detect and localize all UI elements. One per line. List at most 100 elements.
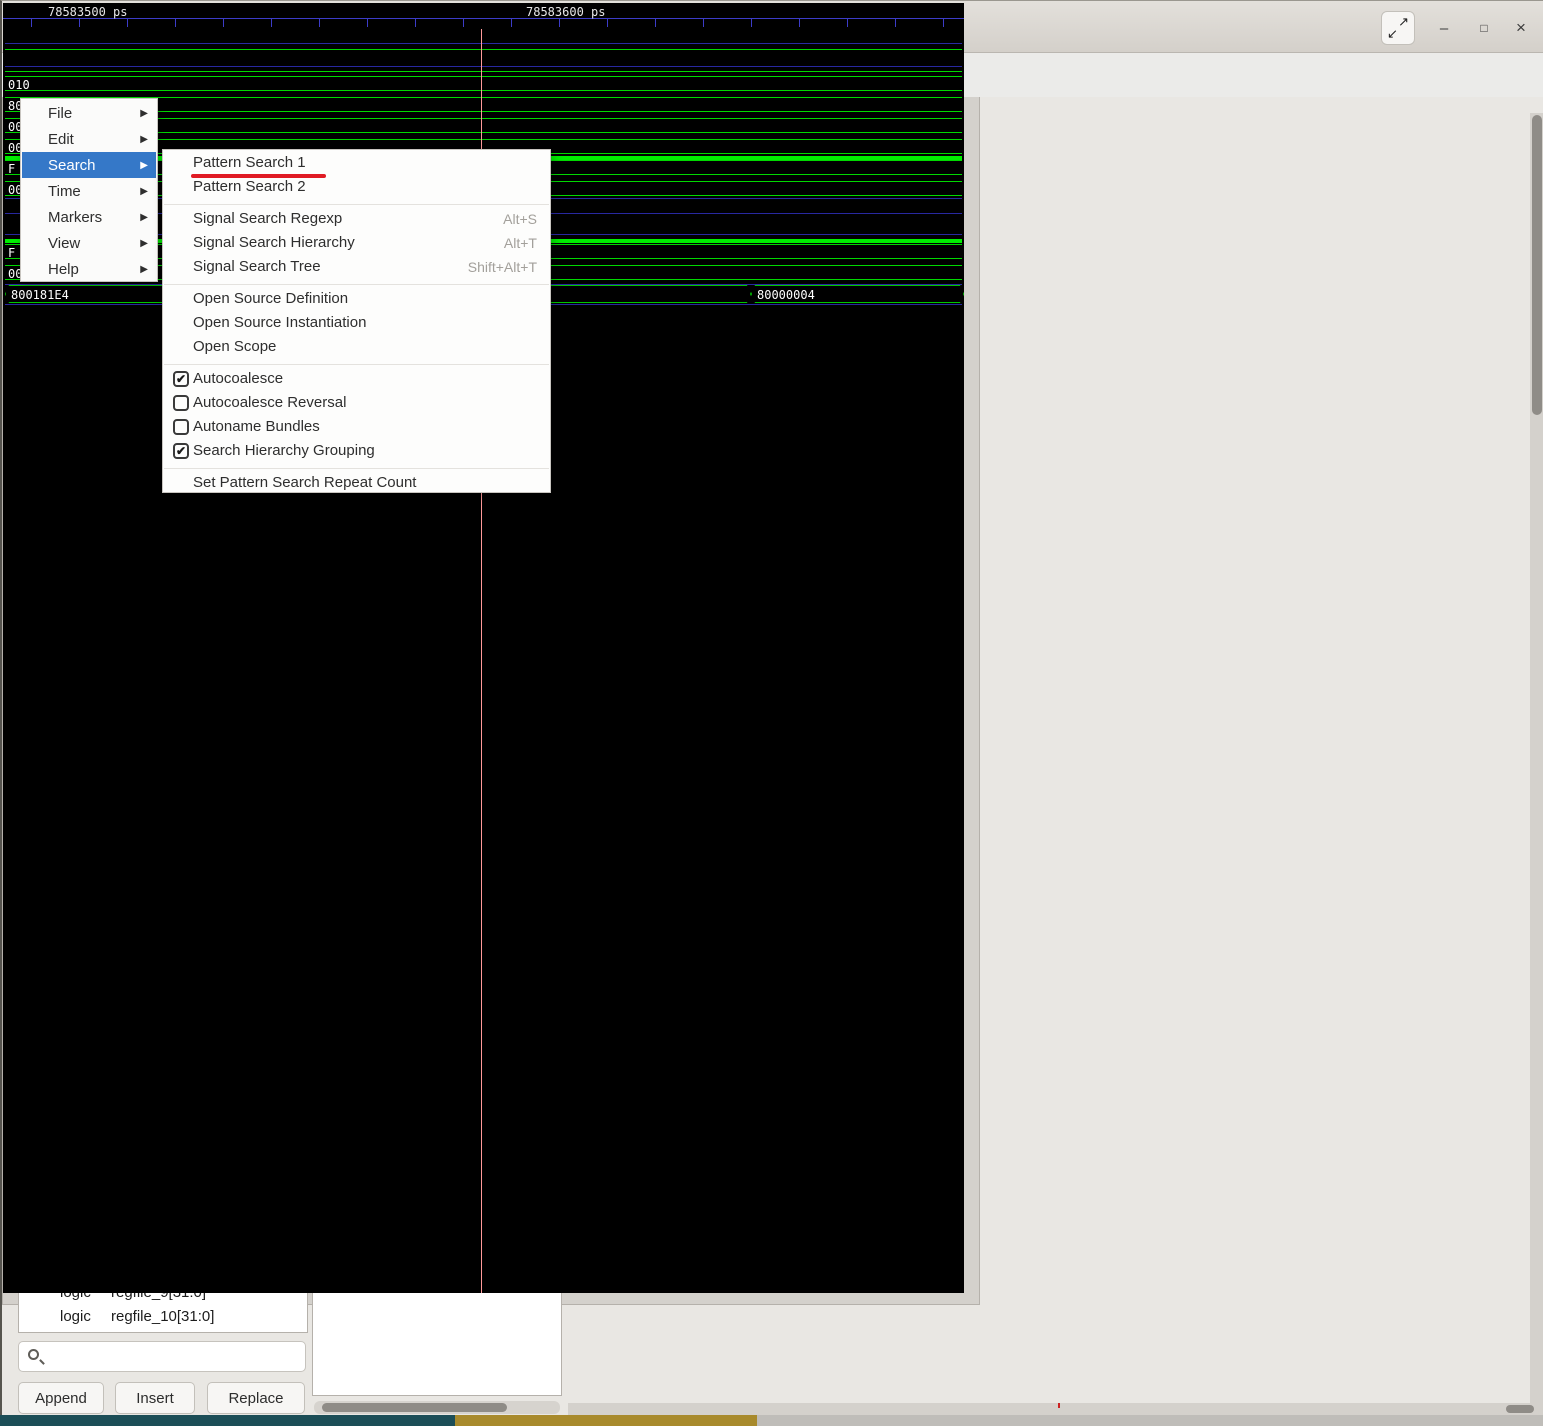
submenu-item-open-source-instantiation[interactable]: Open Source Instantiation bbox=[164, 312, 549, 336]
timeline-tick bbox=[127, 19, 128, 27]
wave-row[interactable]: 010 bbox=[5, 75, 962, 96]
append-button[interactable]: Append bbox=[18, 1382, 104, 1414]
bit-signal-line bbox=[5, 66, 962, 67]
cell-type: logic bbox=[60, 1308, 91, 1325]
submenu-item-label: Autocoalesce bbox=[193, 370, 284, 387]
maximize-button[interactable]: □ bbox=[1470, 15, 1498, 41]
insert-button[interactable]: Insert bbox=[115, 1382, 195, 1414]
close-button[interactable]: × bbox=[1507, 15, 1535, 41]
menu-item-label: Markers bbox=[48, 208, 103, 226]
bus-value-label: 800181E4 bbox=[11, 288, 69, 302]
expand-icon: ↙ bbox=[1387, 26, 1398, 41]
expand-icon: ↗ bbox=[1398, 14, 1409, 29]
bus-value-label: F bbox=[8, 162, 16, 176]
submenu-item-autoname-bundles[interactable]: Autoname Bundles bbox=[164, 416, 549, 440]
signals-horizontal-scrollbar[interactable] bbox=[314, 1401, 560, 1414]
submenu-item-open-source-definition[interactable]: Open Source Definition bbox=[164, 288, 549, 312]
submenu-item-label: Pattern Search 2 bbox=[193, 178, 306, 195]
search-submenu: Pattern Search 1 Pattern Search 2 Signal S… bbox=[162, 149, 551, 493]
menu-item-edit[interactable]: Edit ▶ bbox=[22, 126, 156, 152]
timeline-tick bbox=[511, 19, 512, 27]
submenu-item-label: Open Source Instantiation bbox=[193, 314, 367, 331]
submenu-item-autocoalesce[interactable]: ✔ Autocoalesce bbox=[164, 368, 549, 392]
shortcut-label: Shift+Alt+T bbox=[467, 259, 537, 275]
submenu-item-label: Open Scope bbox=[193, 338, 277, 355]
timeline-tick bbox=[799, 19, 800, 27]
submenu-arrow-icon: ▶ bbox=[140, 237, 148, 249]
waves-vertical-scrollbar[interactable] bbox=[1530, 113, 1543, 1403]
submenu-arrow-icon: ▶ bbox=[140, 107, 148, 119]
submenu-item-label: Search Hierarchy Grouping bbox=[193, 442, 375, 459]
minimize-button[interactable]: – bbox=[1430, 15, 1458, 41]
timeline-tick bbox=[847, 19, 848, 27]
menu-item-label: Help bbox=[48, 260, 79, 278]
timeline-tick bbox=[751, 19, 752, 27]
submenu-item-signal-search-hierarchy[interactable]: Signal Search Hierarchy Alt+T bbox=[164, 232, 549, 256]
scrollbar-thumb[interactable] bbox=[322, 1403, 507, 1412]
menu-item-search[interactable]: Search ▶ bbox=[22, 152, 156, 178]
bus-value-label: 80000004 bbox=[757, 288, 815, 302]
submenu-arrow-icon: ▶ bbox=[140, 159, 148, 171]
unchecked-checkbox-icon[interactable] bbox=[173, 419, 189, 435]
scrollbar-thumb[interactable] bbox=[1532, 115, 1542, 415]
table-row[interactable]: logic regfile_10[31:0] bbox=[19, 1306, 307, 1330]
timeline-tick bbox=[271, 19, 272, 27]
submenu-item-pattern-search-1[interactable]: Pattern Search 1 bbox=[164, 152, 549, 178]
shortcut-label: Alt+S bbox=[503, 211, 537, 227]
submenu-item-signal-search-regexp[interactable]: Signal Search Regexp Alt+S bbox=[164, 208, 549, 232]
timeline-tick bbox=[79, 19, 80, 27]
fullscreen-button[interactable]: ↗ ↙ bbox=[1381, 11, 1415, 45]
wave-row[interactable] bbox=[5, 54, 962, 75]
menu-separator bbox=[164, 200, 549, 208]
menu-item-time[interactable]: Time ▶ bbox=[22, 178, 156, 204]
submenu-item-label: Signal Search Regexp bbox=[193, 210, 343, 227]
cursor-position-tick bbox=[1058, 1403, 1060, 1408]
timeline-tick bbox=[367, 19, 368, 27]
bus-top-line bbox=[5, 76, 962, 77]
wave-row[interactable] bbox=[5, 33, 962, 54]
bit-signal-line bbox=[5, 49, 962, 50]
submenu-item-pattern-search-2[interactable]: Pattern Search 2 bbox=[164, 176, 549, 200]
menu-item-help[interactable]: Help ▶ bbox=[22, 256, 156, 282]
gtkwave-window: ▲ ▼ GTKWave - npc_waveform.fst Marker: 7… bbox=[0, 0, 1543, 1415]
submenu-arrow-icon: ▶ bbox=[140, 133, 148, 145]
bus-bottom-line bbox=[5, 90, 962, 91]
bit-signal-line bbox=[5, 71, 962, 72]
cell-signal-name: regfile_10[31:0] bbox=[111, 1308, 215, 1325]
timeline-tick bbox=[175, 19, 176, 27]
timeline-tick bbox=[703, 19, 704, 27]
backdrop-segment bbox=[757, 1415, 1543, 1426]
timeline-tick bbox=[655, 19, 656, 27]
backdrop-segment bbox=[0, 1415, 455, 1426]
submenu-item-label: Pattern Search 1 bbox=[193, 154, 306, 171]
submenu-arrow-icon: ▶ bbox=[140, 263, 148, 275]
checked-checkbox-icon[interactable]: ✔ bbox=[173, 443, 189, 459]
menu-item-view[interactable]: View ▶ bbox=[22, 230, 156, 256]
bus-value-segment[interactable]: 80000004 bbox=[751, 285, 964, 303]
submenu-arrow-icon: ▶ bbox=[140, 211, 148, 223]
submenu-item-label: Set Pattern Search Repeat Count bbox=[193, 474, 417, 491]
checked-checkbox-icon[interactable]: ✔ bbox=[173, 371, 189, 387]
submenu-item-label: Signal Search Hierarchy bbox=[193, 234, 355, 251]
waves-horizontal-scrollbar[interactable] bbox=[568, 1403, 1543, 1415]
menu-item-markers[interactable]: Markers ▶ bbox=[22, 204, 156, 230]
submenu-item-set-pattern-search-repeat-count[interactable]: Set Pattern Search Repeat Count bbox=[164, 472, 549, 496]
submenu-item-open-scope[interactable]: Open Scope bbox=[164, 336, 549, 360]
submenu-item-label: Open Source Definition bbox=[193, 290, 349, 307]
submenu-item-label: Autocoalesce Reversal bbox=[193, 394, 347, 411]
scrollbar-thumb[interactable] bbox=[1506, 1405, 1534, 1413]
submenu-item-signal-search-tree[interactable]: Signal Search Tree Shift+Alt+T bbox=[164, 256, 549, 280]
replace-button[interactable]: Replace bbox=[207, 1382, 305, 1414]
search-input[interactable] bbox=[18, 1341, 306, 1372]
menu-item-label: View bbox=[48, 234, 81, 252]
menu-item-file[interactable]: File ▶ bbox=[22, 100, 156, 126]
submenu-item-search-hierarchy-grouping[interactable]: ✔ Search Hierarchy Grouping bbox=[164, 440, 549, 464]
menu-item-label: Time bbox=[48, 182, 81, 200]
menu-separator bbox=[164, 464, 549, 472]
unchecked-checkbox-icon[interactable] bbox=[173, 395, 189, 411]
submenu-item-autocoalesce-reversal[interactable]: Autocoalesce Reversal bbox=[164, 392, 549, 416]
menu-item-label: Edit bbox=[48, 130, 74, 148]
timeline-axis bbox=[3, 18, 964, 19]
timeline-label: 78583500 ps bbox=[48, 5, 128, 19]
timeline-tick bbox=[319, 19, 320, 27]
